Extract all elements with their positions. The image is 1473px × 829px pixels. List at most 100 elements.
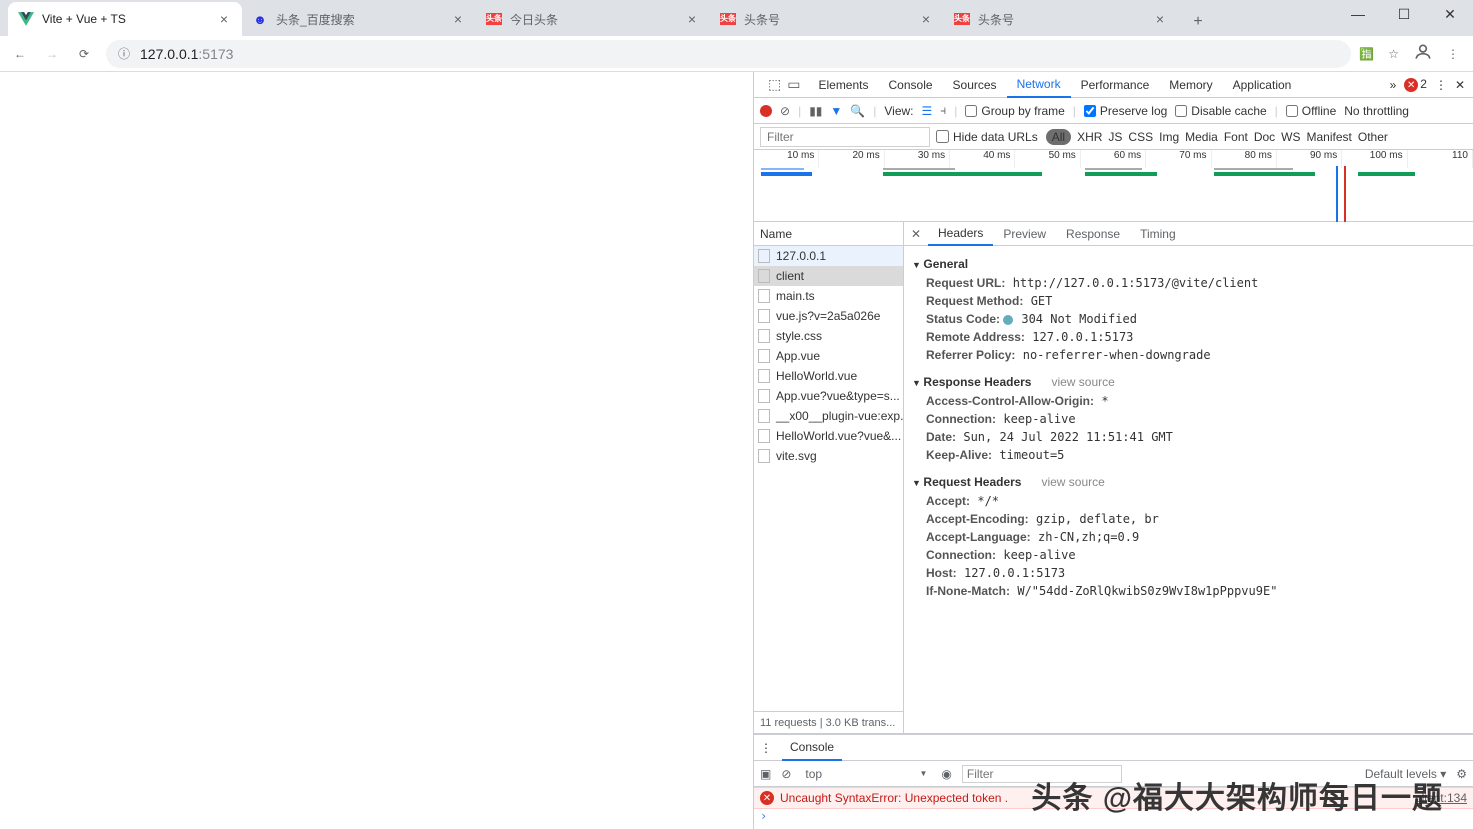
header-row: Accept-Encoding: gzip, deflate, br <box>912 510 1465 528</box>
detail-tab-response[interactable]: Response <box>1056 222 1130 246</box>
inspect-icon[interactable]: ⬚ <box>768 76 781 93</box>
section-general[interactable]: General <box>912 254 1465 274</box>
filter-input[interactable] <box>760 127 930 147</box>
clear-icon[interactable]: ⊘ <box>780 104 790 118</box>
drawer-tab-console[interactable]: Console <box>782 735 842 761</box>
detail-tab-timing[interactable]: Timing <box>1130 222 1186 246</box>
filter-chip-manifest[interactable]: Manifest <box>1307 130 1352 144</box>
tab-network[interactable]: Network <box>1007 72 1071 98</box>
detail-tab-headers[interactable]: Headers <box>928 222 993 246</box>
detail-tab-preview[interactable]: Preview <box>993 222 1056 246</box>
device-icon[interactable]: ▭ <box>787 76 800 93</box>
filter-chip-xhr[interactable]: XHR <box>1077 130 1102 144</box>
new-tab-button[interactable]: + <box>1184 8 1212 36</box>
browser-tab-2[interactable]: 头条 今日头条 × <box>476 2 710 36</box>
drawer-menu-icon[interactable]: ⋮ <box>760 741 772 755</box>
request-row[interactable]: style.css <box>754 326 903 346</box>
filter-chip-all[interactable]: All <box>1046 129 1071 145</box>
console-prompt[interactable]: › <box>754 809 1473 829</box>
tab-memory[interactable]: Memory <box>1159 72 1222 98</box>
back-button[interactable]: ← <box>6 40 34 68</box>
settings-icon[interactable]: ⋮ <box>1435 78 1447 92</box>
close-icon[interactable]: × <box>684 11 700 27</box>
console-settings-icon[interactable]: ⚙ <box>1456 767 1467 781</box>
filter-chip-ws[interactable]: WS <box>1281 130 1300 144</box>
request-row[interactable]: vite.svg <box>754 446 903 466</box>
group-by-frame-checkbox[interactable]: Group by frame <box>965 104 1064 118</box>
request-row[interactable]: HelloWorld.vue?vue&... <box>754 426 903 446</box>
tab-elements[interactable]: Elements <box>808 72 878 98</box>
request-name: App.vue <box>776 349 820 363</box>
site-info-icon[interactable]: ⓘ <box>118 45 130 62</box>
filter-toggle-icon[interactable]: ▼ <box>830 104 842 118</box>
view-source-link[interactable]: view source <box>1051 375 1114 389</box>
request-row[interactable]: __x00__plugin-vue:exp... <box>754 406 903 426</box>
browser-tab-4[interactable]: 头条 头条号 × <box>944 2 1178 36</box>
translate-icon[interactable]: 🈯 <box>1359 47 1374 61</box>
timeline-overview[interactable]: 10 ms 20 ms 30 ms 40 ms 50 ms 60 ms 70 m… <box>754 150 1473 222</box>
request-row[interactable]: App.vue?vue&type=s... <box>754 386 903 406</box>
filter-chip-font[interactable]: Font <box>1224 130 1248 144</box>
tab-console[interactable]: Console <box>879 72 943 98</box>
request-row[interactable]: App.vue <box>754 346 903 366</box>
view-source-link[interactable]: view source <box>1041 475 1104 489</box>
close-details-icon[interactable]: ✕ <box>904 227 928 241</box>
window-close[interactable]: ✕ <box>1427 0 1473 28</box>
filter-chip-css[interactable]: CSS <box>1128 130 1153 144</box>
throttling-select[interactable]: No throttling <box>1344 104 1409 118</box>
camera-icon[interactable]: ▮▮ <box>809 104 822 118</box>
error-badge[interactable]: ✕2 <box>1404 77 1427 93</box>
close-devtools-icon[interactable]: ✕ <box>1455 78 1465 92</box>
close-icon[interactable]: × <box>216 11 232 27</box>
clear-console-icon[interactable]: ⊘ <box>781 767 791 781</box>
bookmark-icon[interactable]: ☆ <box>1388 47 1399 61</box>
request-row[interactable]: 127.0.0.1 <box>754 246 903 266</box>
waterfall-icon[interactable]: ⫞ <box>940 103 946 118</box>
close-icon[interactable]: × <box>450 11 466 27</box>
tab-performance[interactable]: Performance <box>1071 72 1160 98</box>
tab-application[interactable]: Application <box>1223 72 1302 98</box>
filter-chip-other[interactable]: Other <box>1358 130 1388 144</box>
profile-icon[interactable] <box>1413 42 1433 65</box>
omnibox[interactable]: ⓘ 127.0.0.1:5173 <box>106 40 1351 68</box>
window-minimize[interactable]: — <box>1335 0 1381 28</box>
request-list-header[interactable]: Name <box>754 222 903 246</box>
window-maximize[interactable]: ☐ <box>1381 0 1427 28</box>
more-tabs-icon[interactable]: » <box>1390 78 1397 92</box>
filter-chip-doc[interactable]: Doc <box>1254 130 1275 144</box>
live-expression-icon[interactable]: ◉ <box>941 767 951 781</box>
disable-cache-checkbox[interactable]: Disable cache <box>1175 104 1266 118</box>
section-request-headers[interactable]: Request Headersview source <box>912 472 1465 492</box>
error-location[interactable]: client:134 <box>1416 791 1467 805</box>
console-error-row[interactable]: ✕ Uncaught SyntaxError: Unexpected token… <box>754 787 1473 809</box>
log-levels-select[interactable]: Default levels ▾ <box>1365 767 1446 781</box>
request-row[interactable]: main.ts <box>754 286 903 306</box>
browser-tab-1[interactable]: ☻ 头条_百度搜索 × <box>242 2 476 36</box>
filter-chip-media[interactable]: Media <box>1185 130 1218 144</box>
record-icon[interactable] <box>760 105 772 117</box>
reload-button[interactable]: ⟳ <box>70 40 98 68</box>
sidebar-toggle-icon[interactable]: ▣ <box>760 767 771 781</box>
section-response-headers[interactable]: Response Headersview source <box>912 372 1465 392</box>
close-icon[interactable]: × <box>918 11 934 27</box>
preserve-log-checkbox[interactable]: Preserve log <box>1084 104 1167 118</box>
large-rows-icon[interactable]: ☰ <box>922 104 933 118</box>
search-icon[interactable]: 🔍 <box>850 104 865 118</box>
forward-button[interactable]: → <box>38 40 66 68</box>
request-row[interactable]: client <box>754 266 903 286</box>
browser-tab-0[interactable]: Vite + Vue + TS × <box>8 2 242 36</box>
close-icon[interactable]: × <box>1152 11 1168 27</box>
hide-data-urls-checkbox[interactable]: Hide data URLs <box>936 130 1038 144</box>
filter-chip-js[interactable]: JS <box>1108 130 1122 144</box>
tab-sources[interactable]: Sources <box>943 72 1007 98</box>
request-row[interactable]: HelloWorld.vue <box>754 366 903 386</box>
console-filter-input[interactable] <box>962 765 1122 783</box>
address-bar: ← → ⟳ ⓘ 127.0.0.1:5173 🈯 ☆ ⋮ <box>0 36 1473 72</box>
request-name: HelloWorld.vue?vue&... <box>776 429 901 443</box>
context-select[interactable]: top <box>801 767 931 781</box>
offline-checkbox[interactable]: Offline <box>1286 104 1336 118</box>
filter-chip-img[interactable]: Img <box>1159 130 1179 144</box>
browser-tab-3[interactable]: 头条 头条号 × <box>710 2 944 36</box>
menu-icon[interactable]: ⋮ <box>1447 47 1459 61</box>
request-row[interactable]: vue.js?v=2a5a026e <box>754 306 903 326</box>
